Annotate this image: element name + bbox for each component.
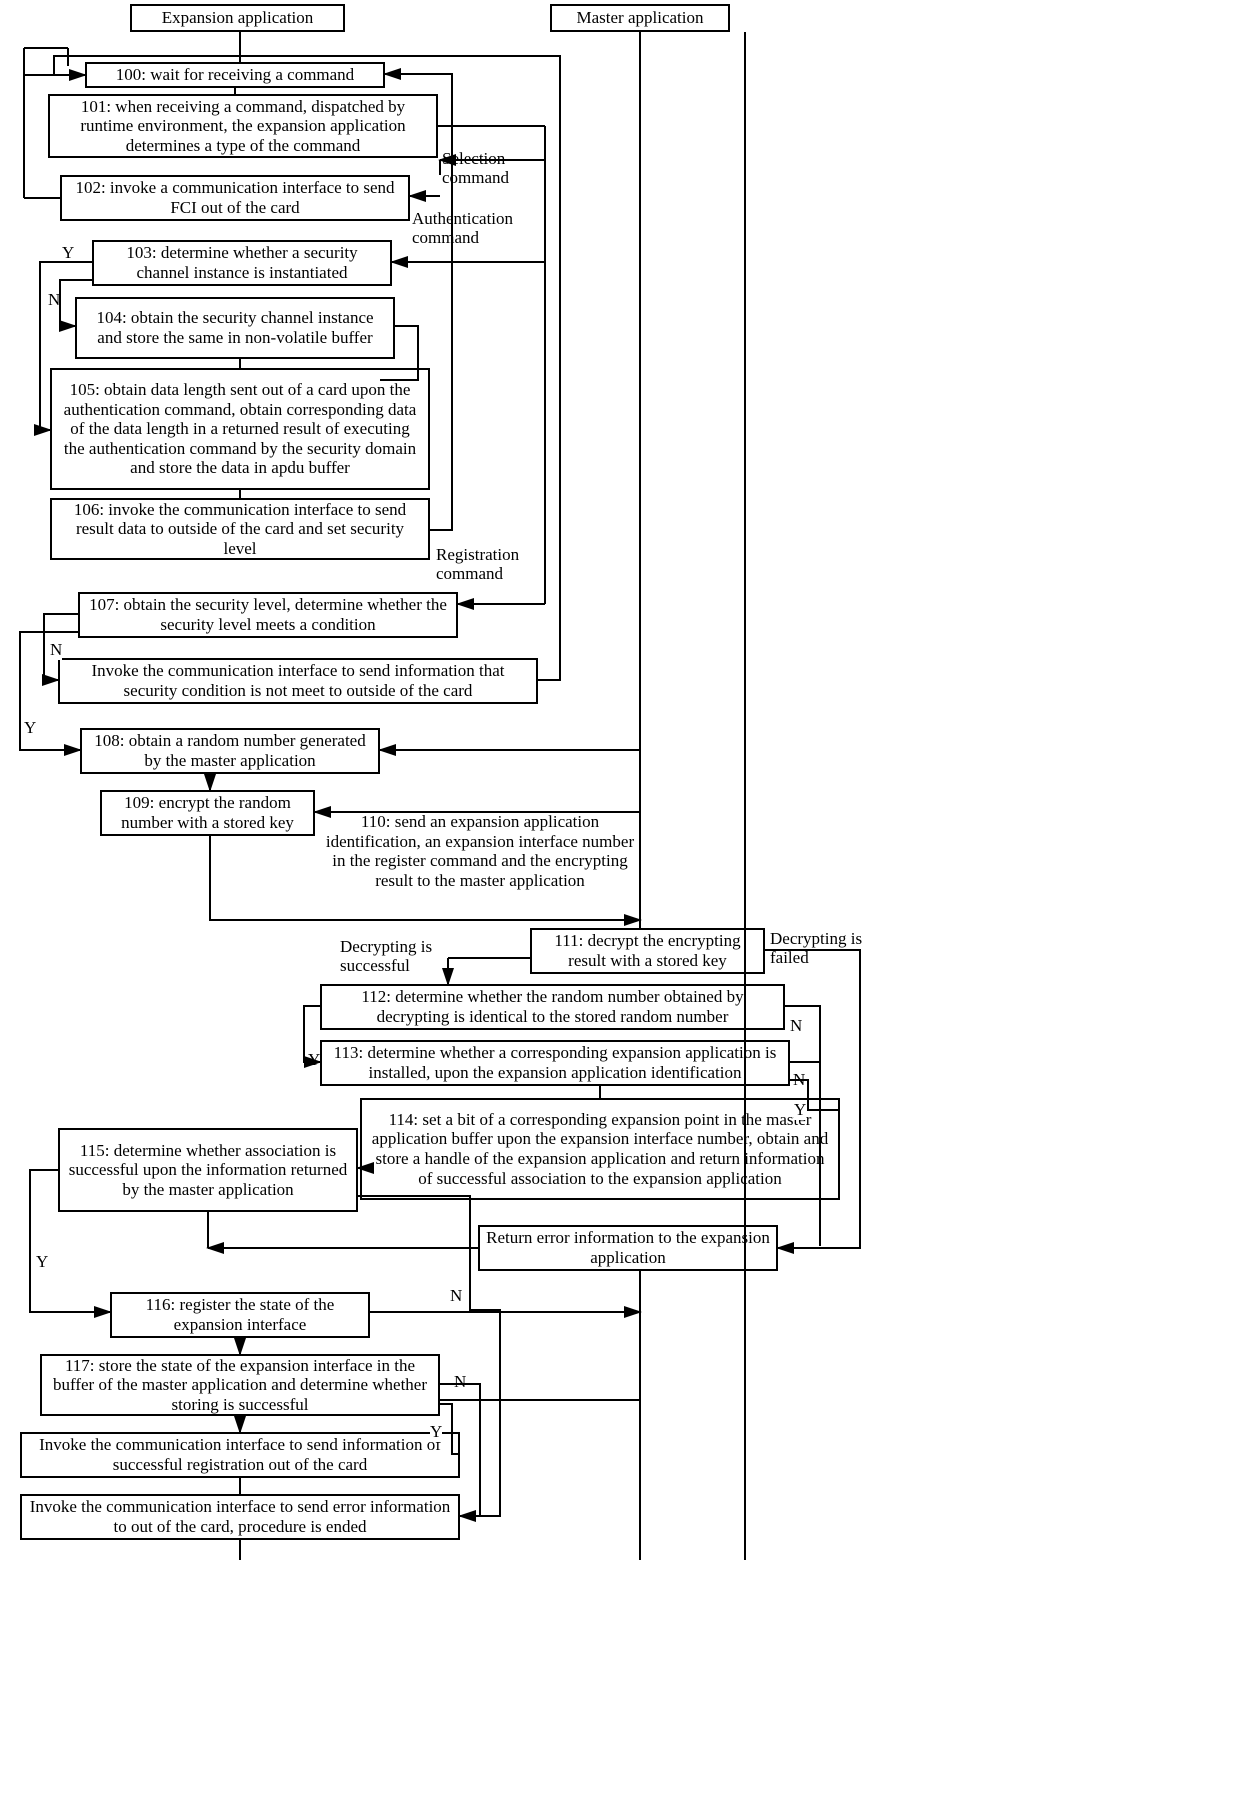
flowchart-arrows (0, 0, 1240, 1797)
